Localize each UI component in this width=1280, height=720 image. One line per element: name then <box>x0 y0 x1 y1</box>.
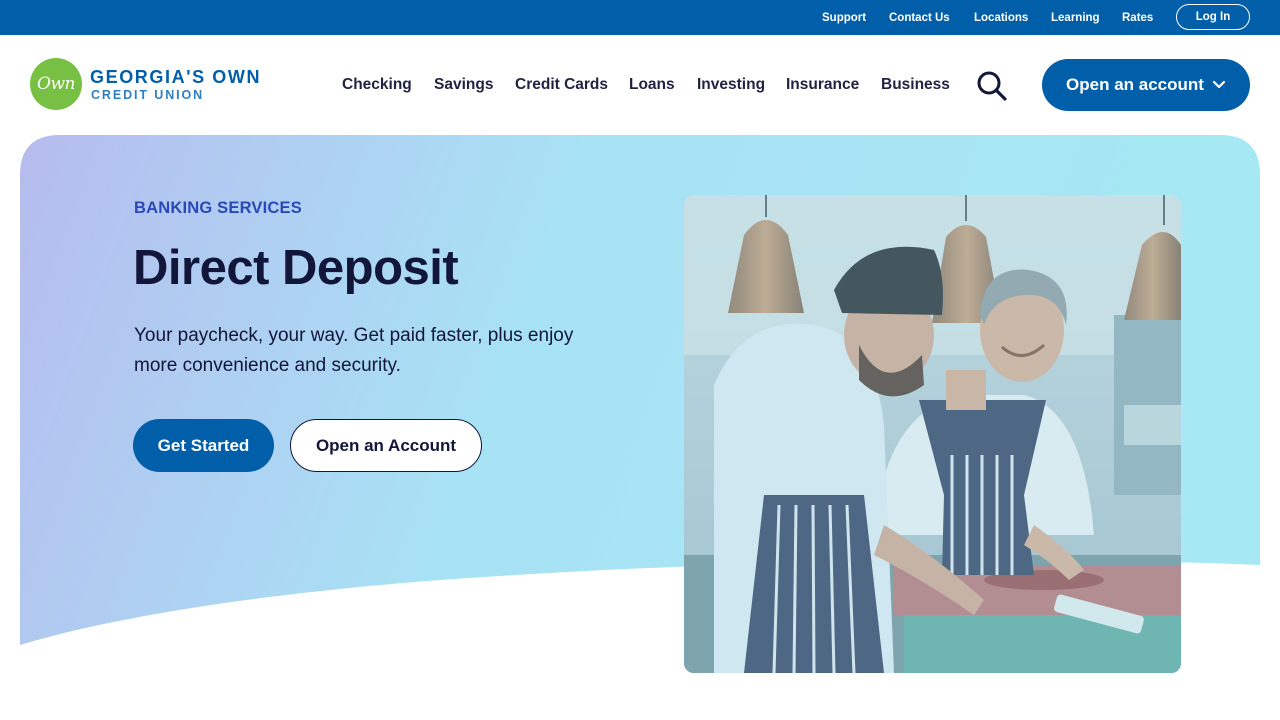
logo-mark: Own <box>30 58 82 110</box>
utility-link-locations[interactable]: Locations <box>974 12 1028 24</box>
get-started-button[interactable]: Get Started <box>133 419 274 472</box>
hero-eyebrow: BANKING SERVICES <box>134 199 302 217</box>
open-account-menu-button[interactable]: Open an account <box>1042 59 1250 111</box>
nav-item-credit-cards[interactable]: Credit Cards <box>515 76 608 94</box>
logo-mark-text: Own <box>37 74 75 94</box>
open-an-account-button[interactable]: Open an Account <box>290 419 482 472</box>
utility-link-rates[interactable]: Rates <box>1122 12 1153 24</box>
nav-item-loans[interactable]: Loans <box>629 76 675 94</box>
page-title: Direct Deposit <box>133 241 459 295</box>
search-icon <box>977 71 1007 101</box>
nav-item-investing[interactable]: Investing <box>697 76 765 94</box>
hero-image <box>684 195 1181 673</box>
nav-item-checking[interactable]: Checking <box>342 76 412 94</box>
hero-description: Your paycheck, your way. Get paid faster… <box>134 325 574 376</box>
utility-link-support[interactable]: Support <box>822 12 866 24</box>
nav-item-business[interactable]: Business <box>881 76 950 94</box>
nav-item-insurance[interactable]: Insurance <box>786 76 859 94</box>
utility-link-contact-us[interactable]: Contact Us <box>889 12 950 24</box>
brand-subname: CREDIT UNION <box>91 88 205 102</box>
chevron-down-icon <box>1212 80 1226 89</box>
login-button[interactable]: Log In <box>1176 4 1250 30</box>
brand-name: GEORGIA'S OWN <box>90 67 262 87</box>
chefs-photo <box>684 195 1181 673</box>
brand-logo[interactable]: Own GEORGIA'S OWN CREDIT UNION <box>30 58 290 112</box>
search-button[interactable] <box>974 70 1010 102</box>
utility-link-learning[interactable]: Learning <box>1051 12 1100 24</box>
utility-bar: Support Contact Us Locations Learning Ra… <box>0 0 1280 35</box>
open-account-menu-label: Open an account <box>1066 75 1204 94</box>
nav-item-savings[interactable]: Savings <box>434 76 493 94</box>
